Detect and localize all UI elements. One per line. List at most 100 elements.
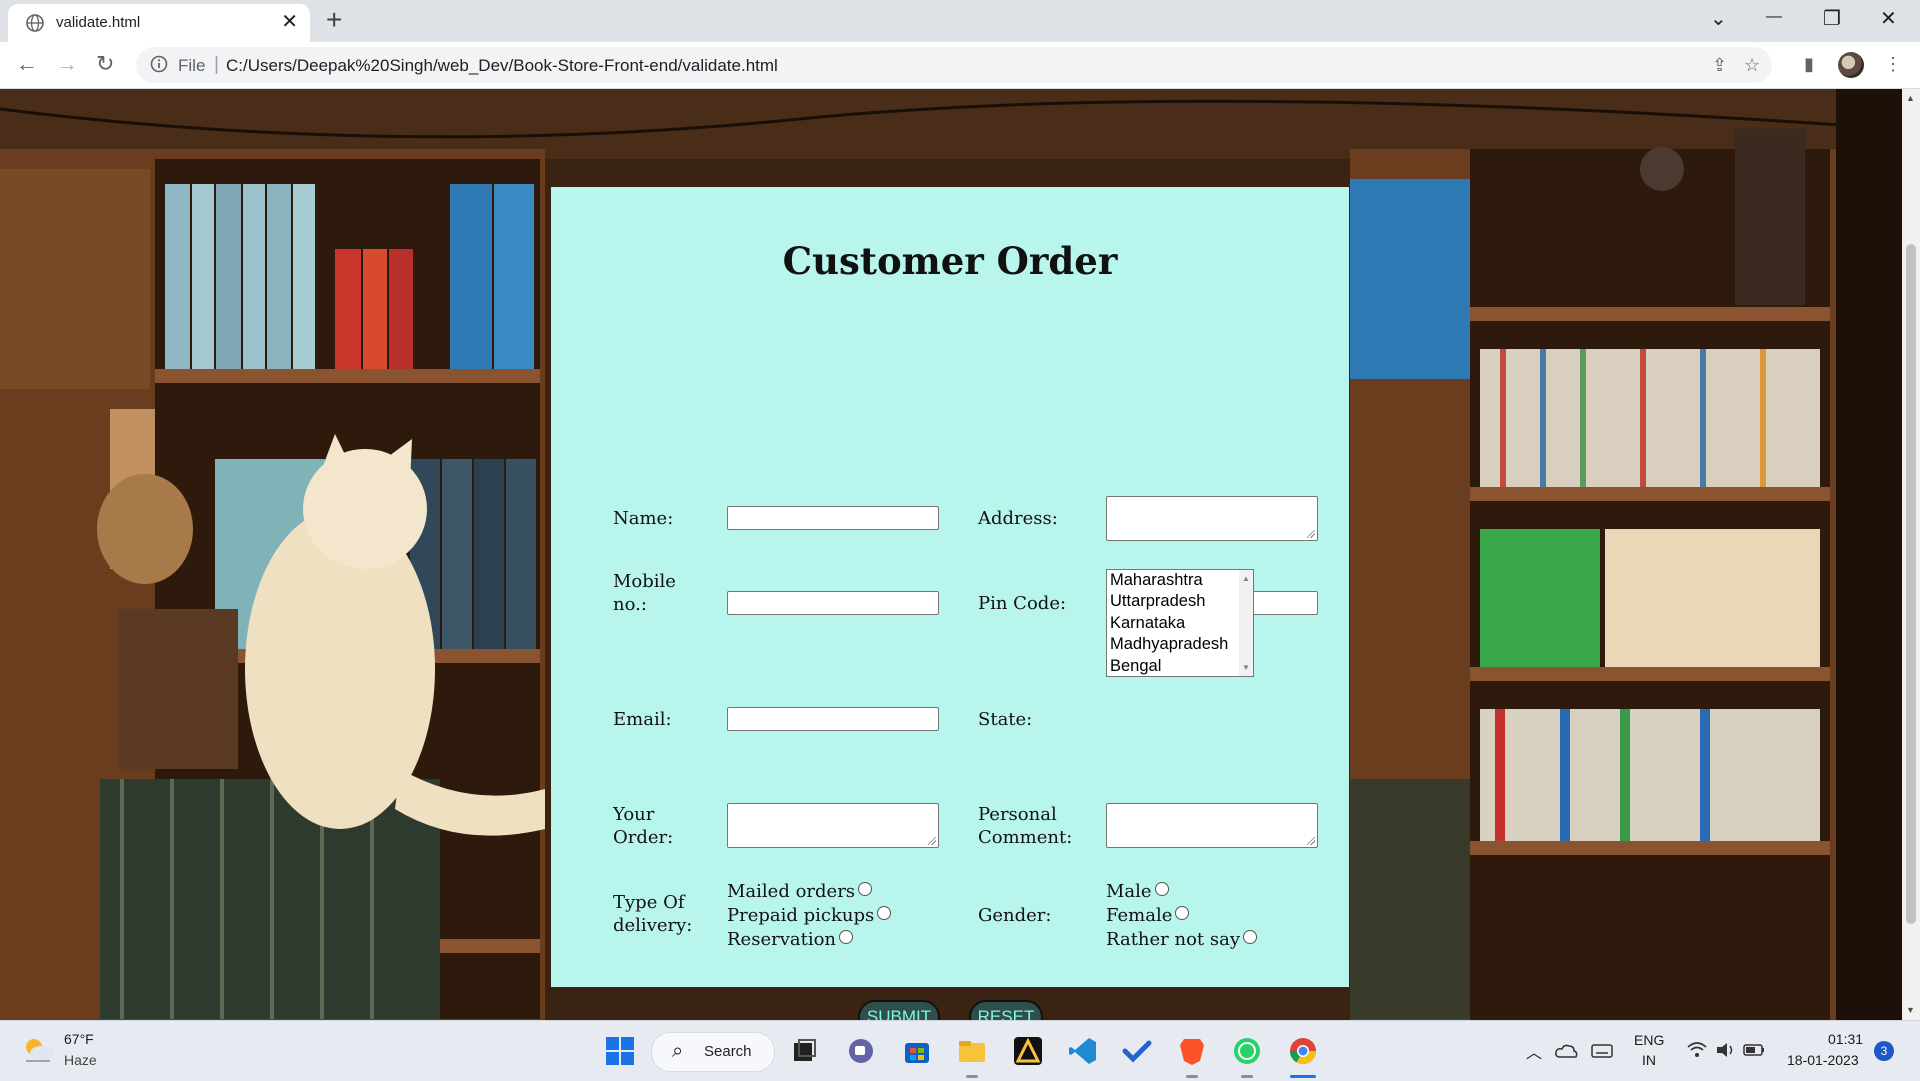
browser-tab-strip: validate.html ✕ + ⌄ — ❐ ✕	[0, 0, 1920, 42]
delivery-option-label: Mailed orders	[727, 881, 856, 902]
pincode-label: Pin Code:	[978, 593, 1067, 614]
tab-title: validate.html	[56, 14, 141, 31]
state-option[interactable]: Bengal	[1107, 656, 1253, 676]
browser-tab[interactable]: validate.html ✕	[8, 4, 310, 42]
delivery-option-reservation[interactable]: Reservation	[727, 928, 854, 952]
state-option[interactable]: Uttarpradesh	[1107, 591, 1253, 612]
page-scrollbar[interactable]: ▲ ▼	[1902, 89, 1920, 1020]
customer-order-form: Customer Order Name: Address: Mobile no.…	[551, 187, 1349, 1020]
radio-button[interactable]	[1243, 930, 1258, 944]
back-button[interactable]: ←	[16, 52, 38, 76]
brave-browser-icon[interactable]	[1176, 1035, 1208, 1067]
language-indicator-line1[interactable]: ENG	[1634, 1032, 1664, 1048]
comment-textarea[interactable]	[1106, 803, 1318, 848]
whatsapp-icon[interactable]	[1231, 1035, 1263, 1067]
email-input[interactable]	[727, 707, 939, 731]
delivery-option-mailed[interactable]: Mailed orders	[727, 880, 873, 904]
email-label: Email:	[613, 709, 672, 730]
search-icon: ⌕	[672, 1040, 684, 1062]
notification-badge[interactable]: 3	[1874, 1041, 1894, 1061]
delivery-option-prepaid[interactable]: Prepaid pickups	[727, 904, 892, 928]
vscode-icon[interactable]	[1067, 1035, 1099, 1067]
url-text[interactable]: C:/Users/Deepak%20Singh/web_Dev/Book-Sto…	[226, 56, 778, 76]
page-viewport: Customer Order Name: Address: Mobile no.…	[0, 89, 1902, 1020]
todo-icon[interactable]	[1121, 1035, 1153, 1067]
file-explorer-icon[interactable]	[956, 1035, 988, 1067]
weather-temperature[interactable]: 67°F	[64, 1031, 94, 1047]
share-icon[interactable]: ⇪	[1712, 55, 1727, 76]
scroll-down-arrow-icon[interactable]: ▼	[1906, 1005, 1915, 1015]
windows-taskbar: 67°F Haze ⌕ Search ︿ ENG IN 01:31 18-01-…	[0, 1020, 1920, 1081]
order-label-line1: Your	[613, 804, 655, 825]
state-option[interactable]: Maharashtra	[1107, 570, 1253, 591]
wifi-icon[interactable]	[1686, 1039, 1708, 1061]
maximize-button[interactable]: ❐	[1823, 6, 1841, 31]
keyboard-icon[interactable]	[1590, 1039, 1614, 1063]
active-app-indicator	[1290, 1075, 1316, 1078]
radio-button[interactable]	[1154, 882, 1169, 896]
microsoft-store-icon[interactable]	[901, 1035, 933, 1067]
radio-button[interactable]	[1175, 906, 1190, 920]
bookmark-star-icon[interactable]: ☆	[1744, 55, 1760, 76]
onedrive-cloud-icon[interactable]	[1554, 1039, 1578, 1063]
state-listbox[interactable]: Maharashtra Uttarpradesh Karnataka Madhy…	[1106, 569, 1254, 677]
gender-label: Gender:	[978, 905, 1052, 926]
running-indicator	[966, 1075, 978, 1078]
delivery-option-label: Reservation	[727, 929, 837, 950]
reload-button[interactable]: ↻	[96, 52, 114, 76]
gender-option-male[interactable]: Male	[1106, 880, 1169, 904]
info-icon[interactable]	[150, 55, 168, 73]
scroll-up-arrow-icon[interactable]: ▲	[1242, 574, 1250, 583]
gender-option-label: Male	[1106, 881, 1152, 902]
radio-button[interactable]	[839, 930, 854, 944]
delivery-option-label: Prepaid pickups	[727, 905, 875, 926]
radio-button[interactable]	[877, 906, 892, 920]
forward-button[interactable]: →	[56, 52, 78, 76]
more-menu-icon[interactable]: ⋮	[1884, 54, 1902, 75]
minimize-button[interactable]: —	[1766, 8, 1782, 26]
name-input[interactable]	[727, 506, 939, 530]
task-view-icon[interactable]	[789, 1035, 821, 1067]
close-window-button[interactable]: ✕	[1880, 6, 1897, 31]
battery-icon[interactable]	[1742, 1039, 1766, 1061]
scrollbar-thumb[interactable]	[1906, 244, 1916, 924]
side-panel-icon[interactable]: ▮	[1804, 54, 1814, 75]
state-listbox-scrollbar[interactable]: ▲ ▼	[1239, 570, 1253, 676]
address-bar[interactable]: File | C:/Users/Deepak%20Singh/web_Dev/B…	[136, 47, 1772, 83]
arc-app-icon[interactable]	[1012, 1035, 1044, 1067]
order-textarea[interactable]	[727, 803, 939, 848]
address-textarea[interactable]	[1106, 496, 1318, 541]
globe-icon	[26, 14, 44, 32]
clock-time[interactable]: 01:31	[1828, 1031, 1863, 1047]
state-option[interactable]: Madhyapradesh	[1107, 634, 1253, 655]
volume-icon[interactable]	[1714, 1039, 1736, 1061]
mobile-label-line2: no.:	[613, 594, 647, 615]
gender-option-rather-not-say[interactable]: Rather not say	[1106, 928, 1258, 952]
gender-option-female[interactable]: Female	[1106, 904, 1190, 928]
search-label: Search	[704, 1043, 752, 1060]
chrome-icon[interactable]	[1287, 1035, 1319, 1067]
profile-avatar[interactable]	[1838, 52, 1864, 78]
running-indicator	[1186, 1075, 1198, 1078]
new-tab-button[interactable]: +	[326, 6, 342, 34]
weather-condition[interactable]: Haze	[64, 1052, 97, 1068]
delivery-label-line2: delivery:	[613, 915, 693, 936]
mobile-input[interactable]	[727, 591, 939, 615]
taskbar-search-button[interactable]: ⌕ Search	[651, 1032, 775, 1072]
reset-button[interactable]: RESET	[969, 1000, 1043, 1020]
mobile-label-line1: Mobile	[613, 571, 676, 592]
teams-chat-icon[interactable]	[845, 1035, 877, 1067]
show-hidden-icons-chevron-icon[interactable]: ︿	[1526, 1039, 1542, 1063]
language-indicator-line2[interactable]: IN	[1642, 1052, 1656, 1068]
windows-start-icon[interactable]	[604, 1035, 636, 1067]
weather-haze-icon[interactable]	[20, 1035, 56, 1065]
tab-search-chevron-icon[interactable]: ⌄	[1710, 6, 1727, 31]
tab-close-icon[interactable]: ✕	[281, 12, 298, 32]
clock-date[interactable]: 18-01-2023	[1787, 1052, 1859, 1068]
submit-button[interactable]: SUBMIT	[858, 1000, 940, 1020]
state-option[interactable]: Karnataka	[1107, 613, 1253, 634]
address-label: Address:	[978, 508, 1058, 529]
scroll-down-arrow-icon[interactable]: ▼	[1242, 663, 1250, 672]
radio-button[interactable]	[858, 882, 873, 896]
scroll-up-arrow-icon[interactable]: ▲	[1906, 93, 1915, 103]
